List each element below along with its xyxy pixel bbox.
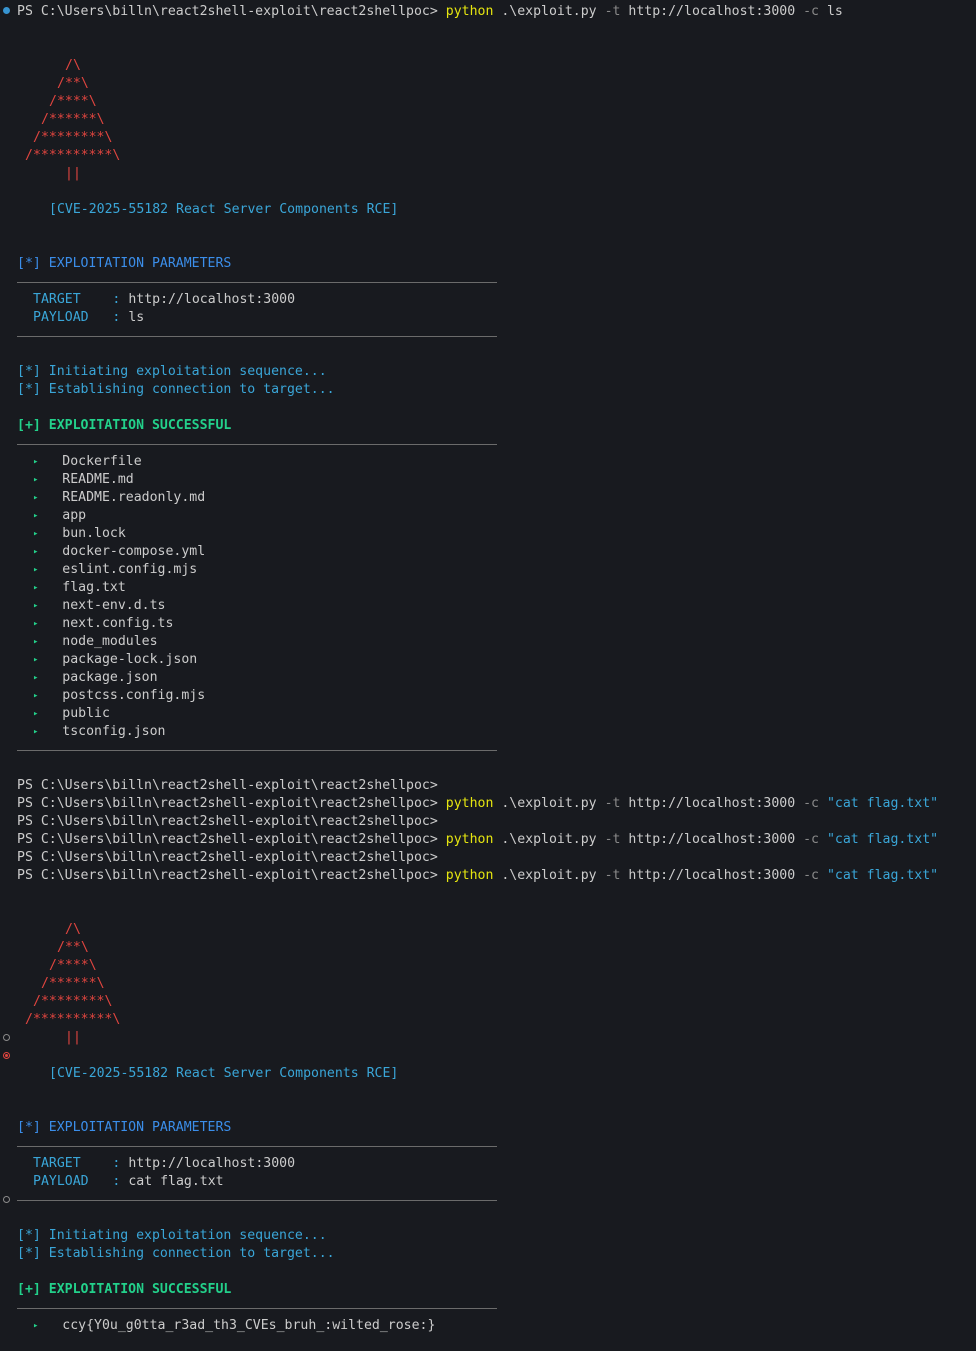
divider: [17, 282, 497, 283]
output-line: ▸ ccy{Y0u_g0tta_r3ad_th3_CVEs_bruh_:wilt…: [33, 1317, 435, 1335]
status-establishing: [*] Establishing connection to target...: [17, 1246, 335, 1261]
bullet-icon: ▸: [33, 691, 39, 701]
target-row: TARGET : http://localhost:3000: [33, 1156, 296, 1171]
bullet-icon: ▸: [33, 547, 39, 557]
bullet-icon: ▸: [33, 709, 39, 719]
output-text: package.json: [62, 670, 158, 685]
command-decoration-icon[interactable]: [3, 1034, 10, 1041]
params-header: [*] EXPLOITATION PARAMETERS: [17, 256, 232, 271]
bullet-icon: ▸: [33, 619, 39, 629]
banner-title: [CVE-2025-55182 React Server Components …: [49, 1066, 399, 1081]
output-line: ▸ bun.lock: [33, 525, 126, 543]
command-line: PS C:\Users\billn\react2shell-exploit\re…: [17, 814, 438, 829]
command-line: PS C:\Users\billn\react2shell-exploit\re…: [17, 796, 939, 811]
output-text: ccy{Y0u_g0tta_r3ad_th3_CVEs_bruh_:wilted…: [62, 1318, 436, 1333]
divider: [17, 444, 497, 445]
output-text: postcss.config.mjs: [62, 688, 206, 703]
output-text: README.readonly.md: [62, 490, 206, 505]
output-line: ▸ package.json: [33, 669, 158, 687]
command-line: PS C:\Users\billn\react2shell-exploit\re…: [17, 868, 939, 883]
divider: [17, 1200, 497, 1201]
command-error-decoration-icon[interactable]: [3, 1052, 10, 1059]
output-line: ▸ next.config.ts: [33, 615, 173, 633]
bullet-icon: ▸: [33, 673, 39, 683]
params-header: [*] EXPLOITATION PARAMETERS: [17, 1120, 232, 1135]
output-line: ▸ postcss.config.mjs: [33, 687, 205, 705]
output-text: tsconfig.json: [62, 724, 166, 739]
banner-title: [CVE-2025-55182 React Server Components …: [49, 202, 399, 217]
bullet-icon: ▸: [33, 529, 39, 539]
divider: [17, 1308, 497, 1309]
output-line: ▸ README.md: [33, 471, 134, 489]
bullet-icon: ▸: [33, 727, 39, 737]
bullet-icon: ▸: [33, 457, 39, 467]
bullet-icon: ▸: [33, 493, 39, 503]
command-line: PS C:\Users\billn\react2shell-exploit\re…: [17, 4, 843, 19]
bullet-icon: ▸: [33, 1321, 39, 1331]
output-text: package-lock.json: [62, 652, 198, 667]
output-line: ▸ tsconfig.json: [33, 723, 165, 741]
bullet-icon: ▸: [33, 655, 39, 665]
payload-row: PAYLOAD : cat flag.txt: [33, 1174, 224, 1189]
command-line: PS C:\Users\billn\react2shell-exploit\re…: [17, 850, 438, 865]
output-text: eslint.config.mjs: [62, 562, 198, 577]
divider: [17, 336, 497, 337]
success-header: [+] EXPLOITATION SUCCESSFUL: [17, 418, 232, 433]
output-line: ▸ package-lock.json: [33, 651, 197, 669]
output-text: bun.lock: [62, 526, 126, 541]
output-text: next.config.ts: [62, 616, 174, 631]
command-success-decoration-icon[interactable]: [3, 7, 10, 14]
status-initiating: [*] Initiating exploitation sequence...: [17, 364, 327, 379]
command-line: PS C:\Users\billn\react2shell-exploit\re…: [17, 778, 438, 793]
target-row: TARGET : http://localhost:3000: [33, 292, 296, 307]
bullet-icon: ▸: [33, 637, 39, 647]
command-line: PS C:\Users\billn\react2shell-exploit\re…: [17, 832, 939, 847]
output-line: ▸ docker-compose.yml: [33, 543, 205, 561]
output-line: ▸ eslint.config.mjs: [33, 561, 197, 579]
output-text: node_modules: [62, 634, 158, 649]
divider: [17, 750, 497, 751]
output-line: ▸ node_modules: [33, 633, 158, 651]
bullet-icon: ▸: [33, 601, 39, 611]
status-establishing: [*] Establishing connection to target...: [17, 382, 335, 397]
output-text: app: [62, 508, 87, 523]
success-header: [+] EXPLOITATION SUCCESSFUL: [17, 1282, 232, 1297]
output-text: README.md: [62, 472, 134, 487]
payload-row: PAYLOAD : ls: [33, 310, 145, 325]
output-line: ▸ README.readonly.md: [33, 489, 205, 507]
output-text: docker-compose.yml: [62, 544, 206, 559]
status-initiating: [*] Initiating exploitation sequence...: [17, 1228, 327, 1243]
bullet-icon: ▸: [33, 565, 39, 575]
output-line: ▸ app: [33, 507, 86, 525]
bullet-icon: ▸: [33, 583, 39, 593]
output-line: ▸ Dockerfile: [33, 453, 142, 471]
divider: [17, 1146, 497, 1147]
output-text: next-env.d.ts: [62, 598, 166, 613]
output-text: Dockerfile: [62, 454, 142, 469]
command-decoration-icon[interactable]: [3, 1196, 10, 1203]
output-text: public: [62, 706, 110, 721]
bullet-icon: ▸: [33, 475, 39, 485]
output-line: ▸ next-env.d.ts: [33, 597, 165, 615]
output-line: ▸ public: [33, 705, 110, 723]
output-line: ▸ flag.txt: [33, 579, 126, 597]
output-text: flag.txt: [62, 580, 126, 595]
bullet-icon: ▸: [33, 511, 39, 521]
